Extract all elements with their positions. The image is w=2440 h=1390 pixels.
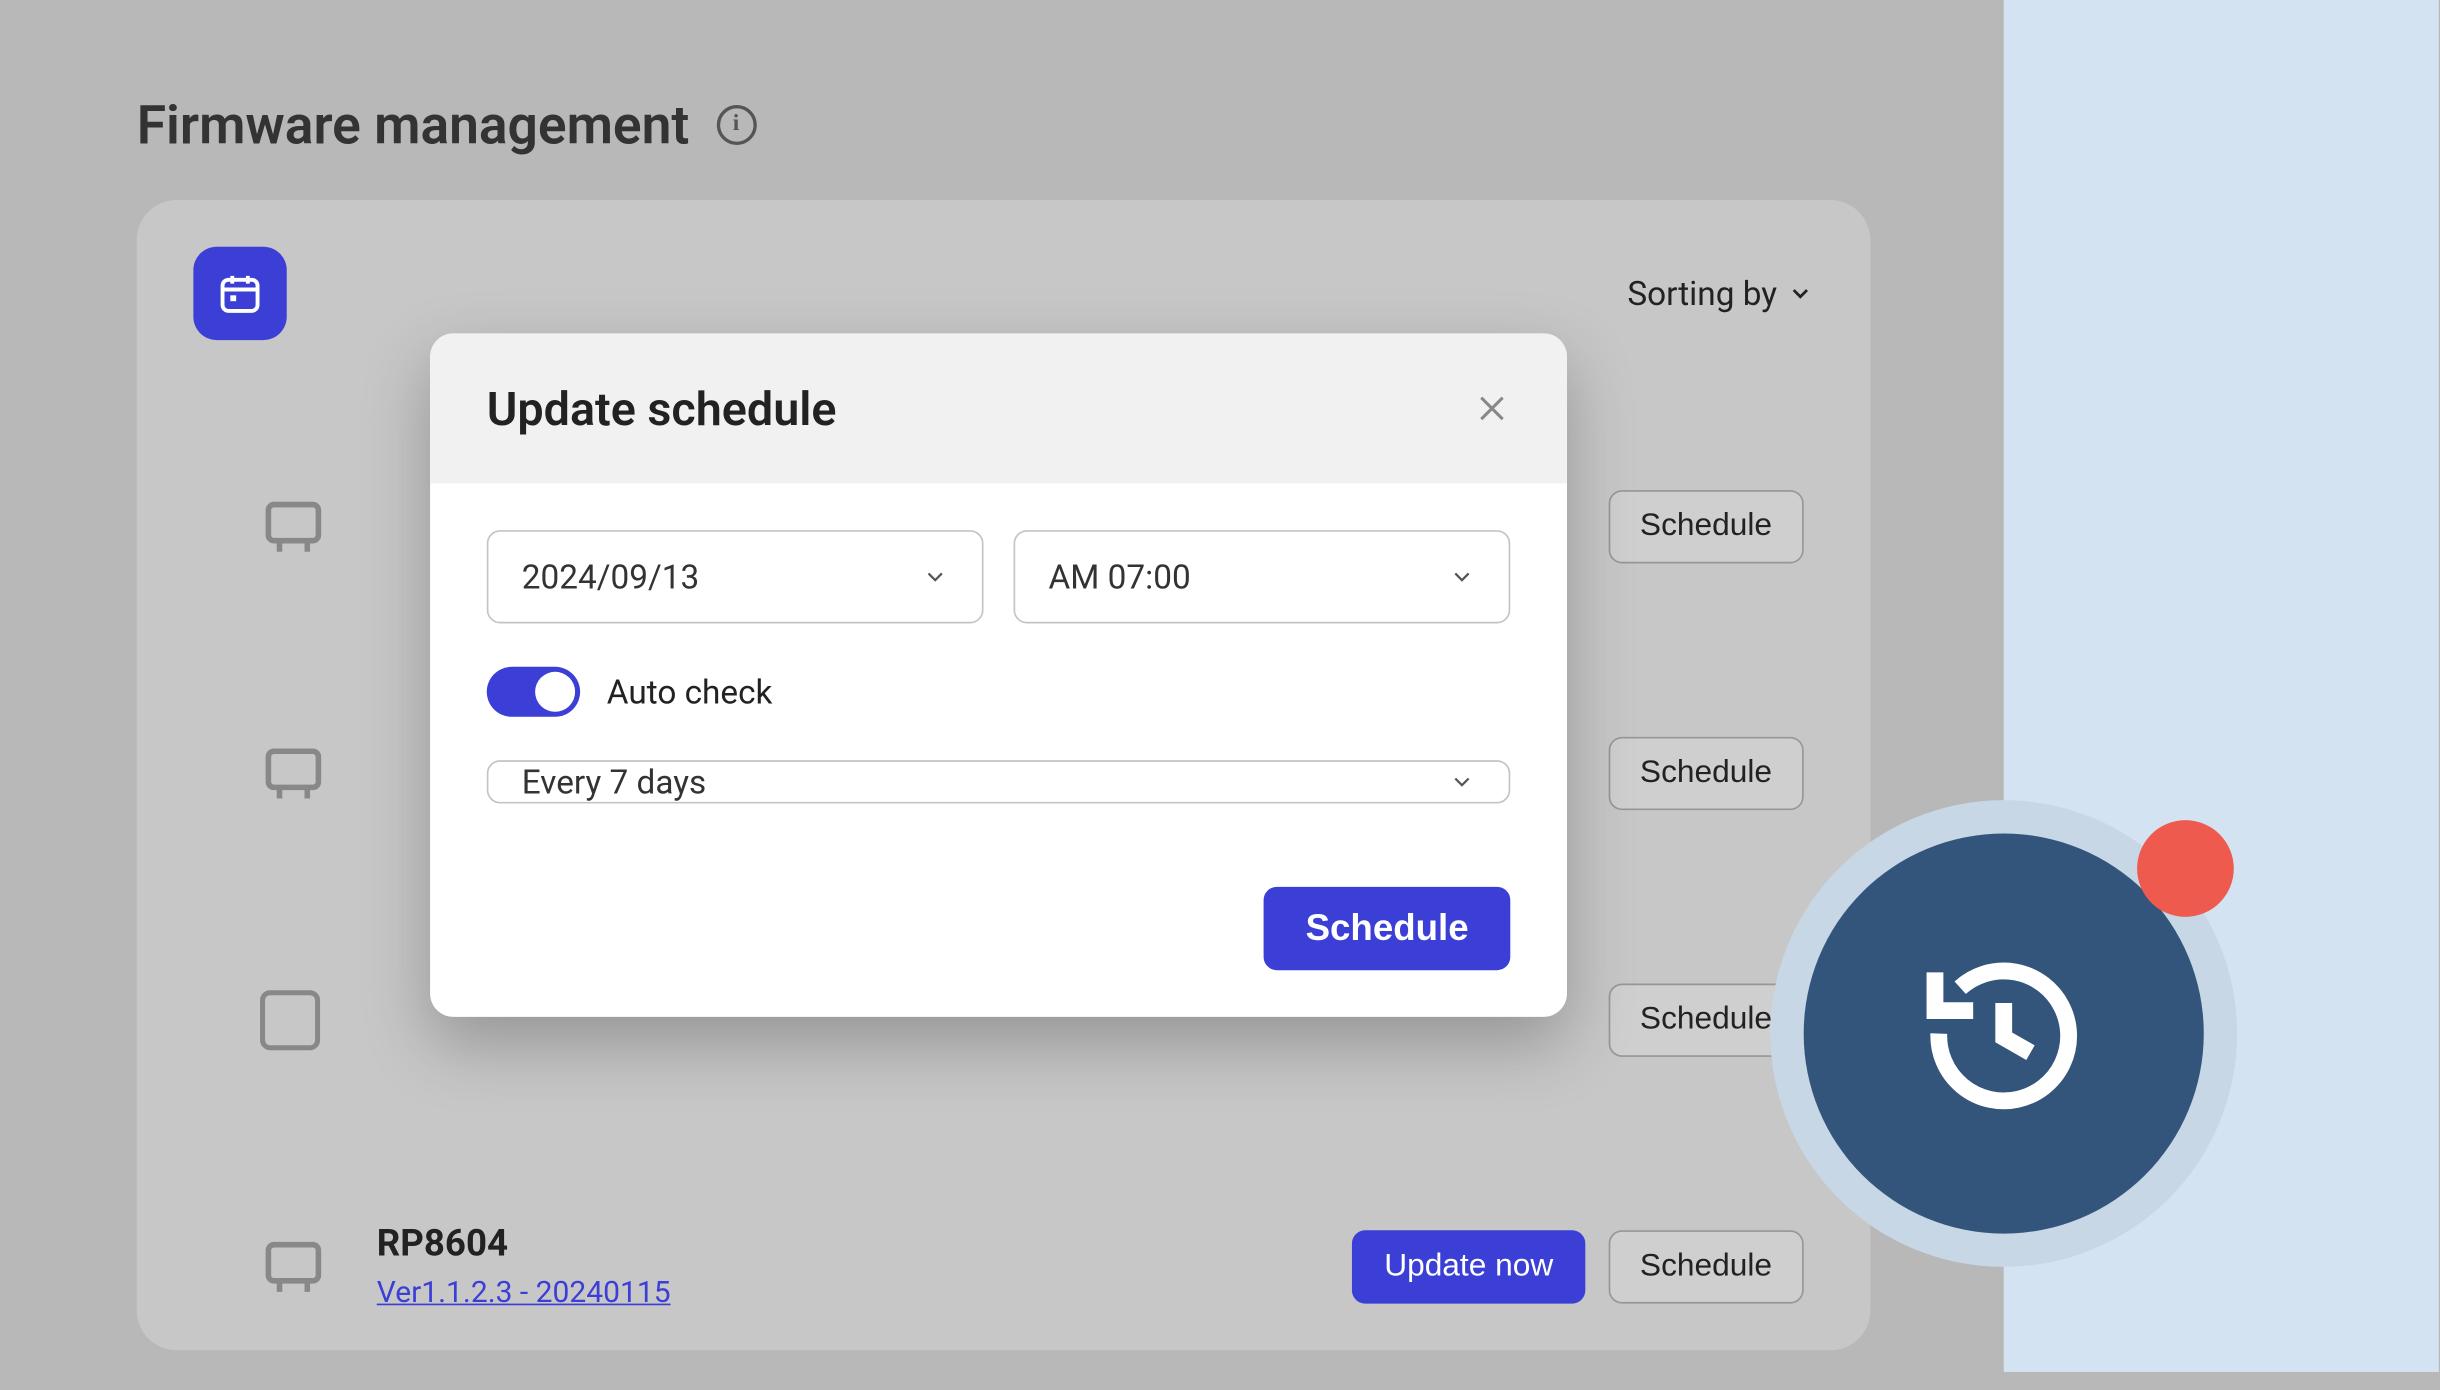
monitor-icon bbox=[260, 1234, 327, 1301]
frequency-value: Every 7 days bbox=[522, 762, 706, 802]
schedule-button[interactable]: Schedule bbox=[1608, 737, 1803, 810]
monitor-icon bbox=[260, 740, 327, 807]
close-icon bbox=[1474, 390, 1511, 427]
close-button[interactable] bbox=[1474, 390, 1511, 427]
schedule-button[interactable]: Schedule bbox=[1608, 490, 1803, 563]
auto-check-label: Auto check bbox=[607, 672, 773, 712]
frequency-select[interactable]: Every 7 days bbox=[487, 760, 1511, 803]
history-icon bbox=[1912, 942, 2095, 1125]
notification-dot-icon bbox=[2137, 820, 2234, 917]
update-schedule-modal: Update schedule 2024/09/13 AM 07:00 bbox=[430, 333, 1567, 1016]
monitor-icon bbox=[260, 493, 327, 560]
time-select[interactable]: AM 07:00 bbox=[1014, 530, 1511, 623]
chevron-down-icon bbox=[1787, 280, 1814, 307]
modal-title: Update schedule bbox=[487, 381, 837, 436]
chevron-down-icon bbox=[922, 563, 949, 590]
device-row: RP8604 Ver1.1.2.3 - 20240115 Update now … bbox=[193, 1144, 1813, 1390]
sort-by-dropdown[interactable]: Sorting by bbox=[1627, 273, 1813, 313]
page-title: Firmware management bbox=[137, 93, 690, 156]
schedule-submit-button[interactable]: Schedule bbox=[1264, 887, 1510, 970]
calendar-button[interactable] bbox=[193, 247, 286, 340]
date-value: 2024/09/13 bbox=[522, 557, 699, 597]
time-value: AM 07:00 bbox=[1049, 557, 1191, 597]
device-name: RP8604 bbox=[377, 1224, 1303, 1266]
update-now-button[interactable]: Update now bbox=[1353, 1230, 1585, 1303]
chevron-down-icon bbox=[1449, 768, 1476, 795]
device-version-link[interactable]: Ver1.1.2.3 - 20240115 bbox=[377, 1275, 671, 1310]
square-icon bbox=[260, 990, 320, 1050]
sort-by-label: Sorting by bbox=[1627, 273, 1777, 313]
chevron-down-icon bbox=[1449, 563, 1476, 590]
history-floating-button[interactable] bbox=[1770, 800, 2237, 1267]
auto-check-toggle[interactable] bbox=[487, 667, 580, 717]
date-select[interactable]: 2024/09/13 bbox=[487, 530, 984, 623]
calendar-icon bbox=[217, 270, 264, 317]
info-icon[interactable]: i bbox=[716, 105, 756, 145]
